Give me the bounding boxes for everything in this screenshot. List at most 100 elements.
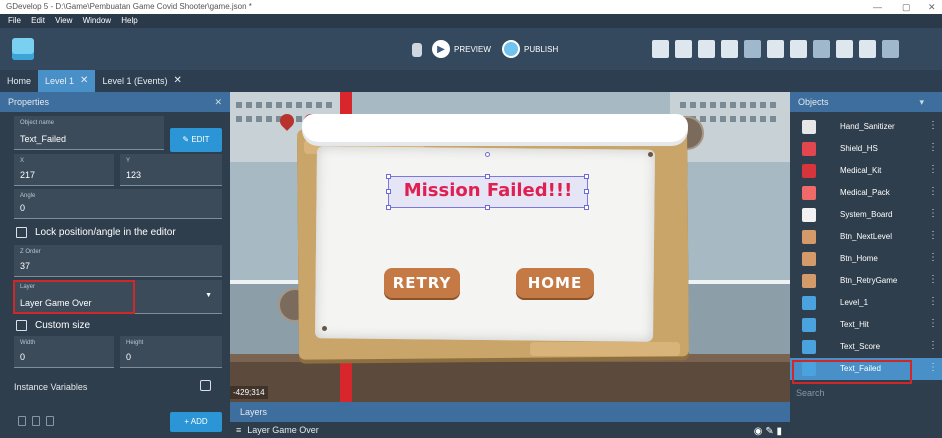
- close-tab-icon[interactable]: ✕: [173, 70, 181, 92]
- tab-level-1-events[interactable]: Level 1 (Events) ✕: [95, 70, 188, 92]
- instance-variables-label: Instance Variables: [14, 382, 88, 392]
- custom-size-checkbox[interactable]: Custom size: [16, 320, 90, 331]
- more-options-icon[interactable]: ⋮: [928, 120, 938, 131]
- selected-object-highlight: [792, 360, 912, 384]
- object-name: Medical_Pack: [840, 188, 890, 197]
- y-field[interactable]: Y 123: [120, 154, 222, 186]
- object-item[interactable]: Text_Hit ⋮: [790, 314, 942, 336]
- undo-icon[interactable]: [767, 40, 784, 58]
- more-options-icon[interactable]: ⋮: [928, 362, 938, 373]
- delete-icon[interactable]: [813, 40, 830, 58]
- object-item[interactable]: Shield_HS ⋮: [790, 138, 942, 160]
- menu-window[interactable]: Window: [83, 16, 111, 25]
- z-order-field[interactable]: Z Order 37: [14, 245, 222, 277]
- collapse-icon[interactable]: ▾: [919, 92, 924, 112]
- close-panel-icon[interactable]: ✕: [214, 92, 222, 112]
- zoom-icon[interactable]: [859, 40, 876, 58]
- tab-level-1[interactable]: Level 1 ✕: [38, 70, 96, 92]
- height-field[interactable]: Height 0: [120, 336, 222, 368]
- delete-layer-icon[interactable]: ▮: [776, 426, 782, 437]
- layers-panel-icon[interactable]: [744, 40, 761, 58]
- edit-layer-icon[interactable]: ✎: [765, 426, 773, 437]
- more-options-icon[interactable]: ⋮: [928, 340, 938, 351]
- menu-edit[interactable]: Edit: [31, 16, 45, 25]
- mission-failed-text[interactable]: Mission Failed!!!: [390, 180, 586, 201]
- menu-help[interactable]: Help: [121, 16, 137, 25]
- window-title: GDevelop 5 - D:\Game\Pembuatan Game Covi…: [6, 2, 252, 11]
- object-item[interactable]: Medical_Pack ⋮: [790, 182, 942, 204]
- resize-handle[interactable]: [584, 174, 589, 179]
- object-item[interactable]: Text_Score ⋮: [790, 336, 942, 358]
- open-external-icon[interactable]: [200, 380, 211, 391]
- redo-icon[interactable]: [790, 40, 807, 58]
- grid-icon[interactable]: [836, 40, 853, 58]
- more-options-icon[interactable]: ⋮: [928, 252, 938, 263]
- minimize-button[interactable]: —: [873, 0, 882, 14]
- object-item[interactable]: Btn_Home ⋮: [790, 248, 942, 270]
- search-input[interactable]: Search: [796, 388, 825, 398]
- drag-handle-icon[interactable]: ≡: [236, 422, 241, 438]
- window-title-bar: GDevelop 5 - D:\Game\Pembuatan Game Covi…: [0, 0, 942, 14]
- cursor-coordinates: -429;314: [230, 386, 268, 399]
- more-options-icon[interactable]: ⋮: [928, 186, 938, 197]
- object-item[interactable]: Level_1 ⋮: [790, 292, 942, 314]
- resize-handle[interactable]: [485, 174, 490, 179]
- text-object-icon: [802, 318, 816, 332]
- more-options-icon[interactable]: ⋮: [928, 296, 938, 307]
- add-variable-button[interactable]: + ADD: [170, 412, 222, 432]
- close-window-button[interactable]: ✕: [928, 0, 936, 14]
- more-options-icon[interactable]: ⋮: [928, 142, 938, 153]
- scene-canvas[interactable]: Mission Failed!!! RETRY HOME -429;314: [230, 92, 790, 402]
- x-field[interactable]: X 217: [14, 154, 114, 186]
- menu-file[interactable]: File: [8, 16, 21, 25]
- object-name-field: Object name Text_Failed: [14, 116, 164, 150]
- settings-icon[interactable]: [882, 40, 899, 58]
- more-options-icon[interactable]: ⋮: [928, 208, 938, 219]
- layer-row[interactable]: ≡ Layer Game Over ◉ ✎ ▮: [230, 422, 790, 438]
- trash-icon[interactable]: [46, 416, 54, 426]
- rotate-handle[interactable]: [485, 152, 490, 157]
- resize-handle[interactable]: [386, 174, 391, 179]
- more-options-icon[interactable]: ⋮: [928, 274, 938, 285]
- menu-view[interactable]: View: [55, 16, 72, 25]
- publish-button[interactable]: PUBLISH: [502, 40, 558, 58]
- resize-handle[interactable]: [485, 205, 490, 210]
- objects-panel-icon[interactable]: [652, 40, 669, 58]
- preview-button[interactable]: ▶ PREVIEW: [432, 40, 491, 58]
- visibility-icon[interactable]: ◉: [754, 426, 763, 437]
- object-item[interactable]: Btn_RetryGame ⋮: [790, 270, 942, 292]
- close-tab-icon[interactable]: ✕: [80, 70, 88, 92]
- object-item[interactable]: Hand_Sanitizer ⋮: [790, 116, 942, 138]
- resize-handle[interactable]: [584, 205, 589, 210]
- publish-label: PUBLISH: [524, 44, 559, 54]
- copy-icon[interactable]: [18, 416, 26, 426]
- paste-icon[interactable]: [32, 416, 40, 426]
- field-label: Y: [126, 158, 131, 164]
- debugger-icon[interactable]: [412, 43, 422, 57]
- object-item[interactable]: Medical_Kit ⋮: [790, 160, 942, 182]
- object-item[interactable]: Btn_NextLevel ⋮: [790, 226, 942, 248]
- resize-handle[interactable]: [386, 189, 391, 194]
- more-options-icon[interactable]: ⋮: [928, 318, 938, 329]
- instances-list-icon[interactable]: [721, 40, 738, 58]
- resize-handle[interactable]: [386, 205, 391, 210]
- home-button-sprite[interactable]: HOME: [516, 268, 594, 298]
- maximize-button[interactable]: ▢: [902, 0, 911, 14]
- field-value: 0: [20, 203, 26, 213]
- checkbox-label: Lock position/angle in the editor: [35, 227, 176, 238]
- properties-panel-icon[interactable]: [698, 40, 715, 58]
- lock-position-checkbox[interactable]: Lock position/angle in the editor: [16, 227, 176, 238]
- project-manager-icon[interactable]: [12, 38, 34, 60]
- retry-button-sprite[interactable]: RETRY: [384, 268, 460, 298]
- tab-home[interactable]: Home: [0, 70, 38, 92]
- object-item[interactable]: System_Board ⋮: [790, 204, 942, 226]
- resize-handle[interactable]: [584, 189, 589, 194]
- angle-field[interactable]: Angle 0: [14, 189, 222, 219]
- more-options-icon[interactable]: ⋮: [928, 230, 938, 241]
- width-field[interactable]: Width 0: [14, 336, 114, 368]
- more-options-icon[interactable]: ⋮: [928, 164, 938, 175]
- edit-object-button[interactable]: ✎ EDIT: [170, 128, 222, 152]
- button-sprite-icon: [802, 252, 816, 266]
- object-groups-icon[interactable]: [675, 40, 692, 58]
- menu-bar: File Edit View Window Help: [0, 14, 942, 28]
